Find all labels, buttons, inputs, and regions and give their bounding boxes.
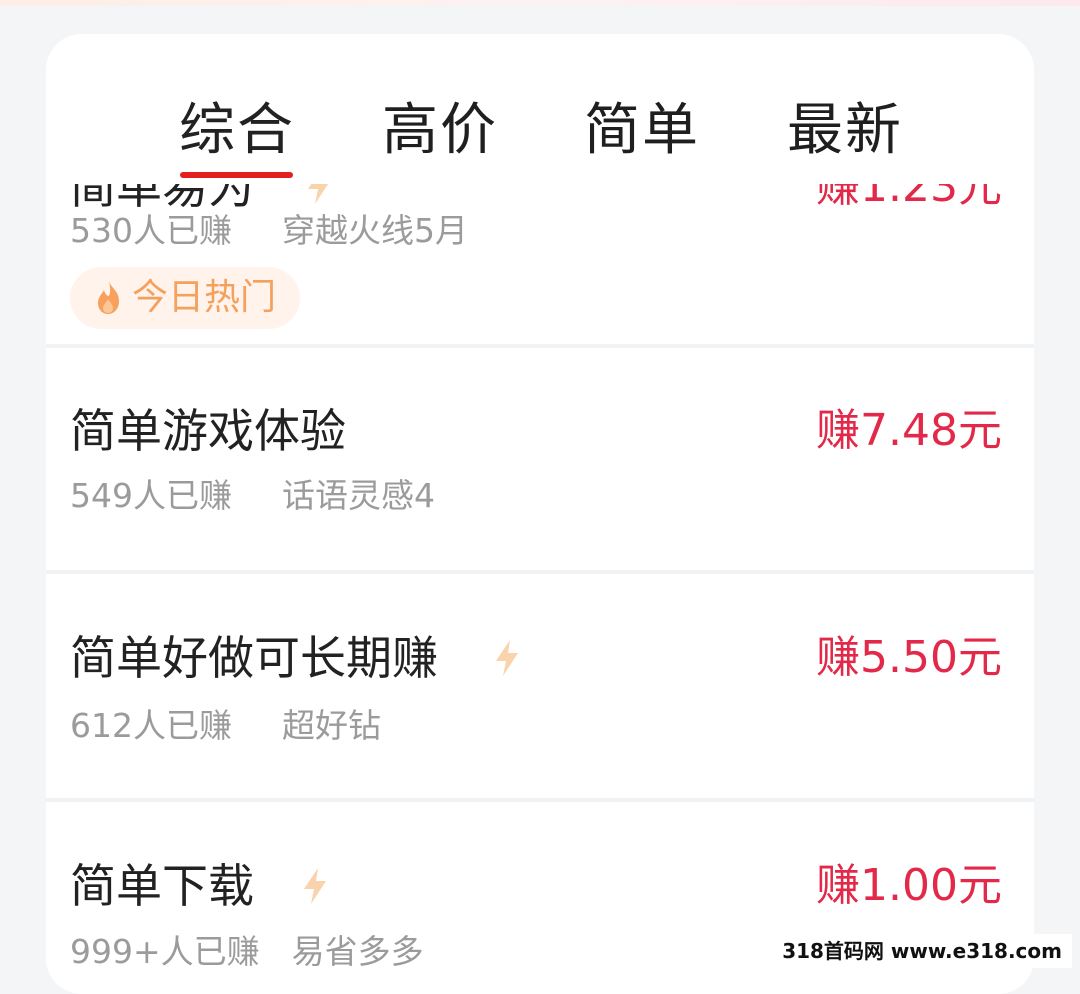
tab-label: 综合 [179, 98, 295, 163]
watermark: 318首码网 www.e318.com [772, 934, 1072, 968]
fire-icon [98, 281, 119, 314]
active-tab-indicator [180, 172, 293, 178]
task-meta: 999+人已赚 易省多多 [70, 930, 424, 974]
task-title: 简单下载 [70, 859, 254, 913]
top-gradient-bar [0, 0, 1080, 6]
task-title: 简单游戏体验 [70, 404, 346, 458]
task-reward: 赚1.00元 [816, 860, 1002, 911]
task-title: 简单好做可长期赚 [70, 631, 438, 685]
task-list-card: 简单易为 赚1.23元 530人已赚 穿越火线5月 今日热门 简单游戏体验 赚7.… [46, 34, 1034, 994]
hot-today-badge: 今日热门 [70, 267, 301, 329]
app-name: 穿越火线5月 [282, 211, 468, 250]
lightning-icon [496, 640, 518, 676]
earned-count: 530人已赚 [70, 211, 232, 250]
task-reward: 赚7.48元 [816, 405, 1002, 456]
lightning-icon [304, 868, 326, 904]
tab-label: 简单 [584, 98, 700, 163]
tab-newest[interactable]: 最新 [784, 96, 906, 180]
tab-label: 高价 [382, 98, 498, 163]
app-name: 话语灵感4 [282, 476, 435, 515]
hot-today-label: 今日热门 [132, 277, 277, 318]
app-name: 易省多多 [291, 932, 424, 971]
earned-count: 549人已赚 [70, 476, 232, 515]
task-item[interactable]: 简单好做可长期赚 赚5.50元 612人已赚 超好钻 [46, 574, 1034, 798]
task-meta: 549人已赚 话语灵感4 [70, 474, 435, 518]
task-item[interactable]: 简单游戏体验 赚7.48元 549人已赚 话语灵感4 [46, 348, 1034, 570]
earned-count: 999+人已赚 [70, 932, 260, 971]
tab-high-price[interactable]: 高价 [379, 96, 501, 180]
category-tabs: 综合 高价 简单 最新 [46, 34, 1034, 184]
tab-label: 最新 [787, 98, 903, 163]
tab-simple[interactable]: 简单 [581, 96, 703, 180]
app-name: 超好钻 [282, 706, 381, 745]
task-reward: 赚5.50元 [816, 632, 1002, 683]
task-meta: 612人已赚 超好钻 [70, 704, 381, 748]
earned-count: 612人已赚 [70, 706, 232, 745]
tab-comprehensive[interactable]: 综合 [176, 96, 298, 180]
task-meta: 530人已赚 穿越火线5月 [70, 209, 468, 253]
